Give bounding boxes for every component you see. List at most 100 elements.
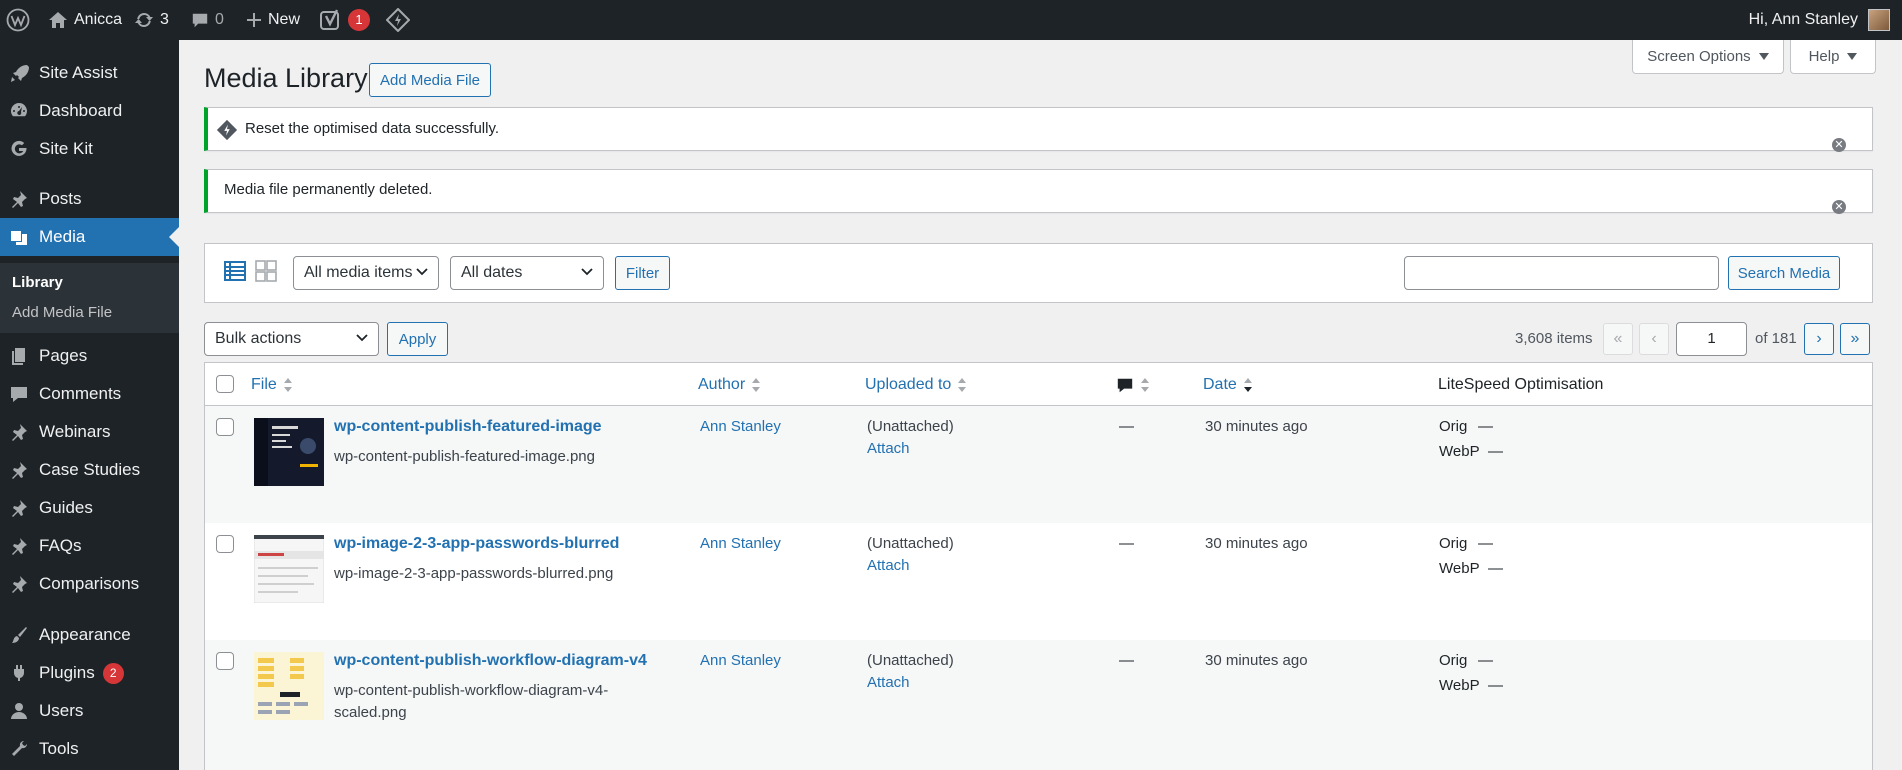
current-page-input[interactable]: 1 xyxy=(1676,322,1747,356)
dismiss-icon[interactable]: ✕ xyxy=(1832,200,1846,214)
comments-link[interactable]: 0 xyxy=(191,0,224,40)
last-page-button[interactable]: » xyxy=(1840,323,1870,355)
total-pages: of 181 xyxy=(1755,330,1797,347)
sort-desc-icon xyxy=(1243,375,1253,395)
webp-value: — xyxy=(1488,443,1503,460)
media-thumbnail[interactable] xyxy=(254,652,324,720)
media-type-select[interactable]: All media items xyxy=(293,256,439,290)
apply-button[interactable]: Apply xyxy=(387,322,448,356)
caret-down-icon xyxy=(1847,52,1858,61)
chevron-down-icon xyxy=(416,268,428,276)
page-title: Media Library xyxy=(204,63,368,93)
add-media-file-button[interactable]: Add Media File xyxy=(369,63,491,97)
screen-options-button[interactable]: Screen Options xyxy=(1632,40,1784,74)
filter-button[interactable]: Filter xyxy=(615,256,670,290)
sidebar-item-site-assist[interactable]: Site Assist xyxy=(0,54,179,92)
pushpin-icon xyxy=(9,189,29,209)
media-thumbnail[interactable] xyxy=(254,418,324,486)
yoast-menu[interactable]: 1 xyxy=(320,0,370,40)
site-name-link[interactable]: Anicca xyxy=(48,0,122,40)
wrench-icon xyxy=(9,739,29,759)
avatar xyxy=(1868,9,1890,31)
plugins-label: Plugins xyxy=(39,663,95,682)
column-litespeed: LiteSpeed Optimisation xyxy=(1438,376,1604,393)
date-value: 30 minutes ago xyxy=(1205,535,1308,552)
table-row: wp-content-publish-workflow-diagram-v4 w… xyxy=(205,640,1872,770)
next-page-button[interactable]: › xyxy=(1804,323,1834,355)
orig-label: Orig xyxy=(1439,535,1468,552)
submenu-library[interactable]: Library xyxy=(12,274,63,291)
grid-view-icon[interactable] xyxy=(255,260,277,282)
webp-value: — xyxy=(1488,560,1503,577)
wp-admin-page: Anicca 3 0 New 1 Hi, Ann Stanley Site As… xyxy=(0,0,1902,770)
updates-link[interactable]: 3 xyxy=(134,0,169,40)
author-link[interactable]: Ann Stanley xyxy=(700,650,781,672)
litespeed-menu[interactable] xyxy=(386,0,410,40)
sidebar-item-appearance[interactable]: Appearance xyxy=(0,616,179,654)
prev-page-button[interactable]: ‹ xyxy=(1639,323,1669,355)
litespeed-diamond-icon xyxy=(386,8,410,32)
sidebar-item-site-kit[interactable]: Site Kit xyxy=(0,130,179,168)
file-title-link[interactable]: wp-image-2-3-app-passwords-blurred xyxy=(334,535,619,553)
first-page-button[interactable]: « xyxy=(1603,323,1633,355)
dates-select[interactable]: All dates xyxy=(450,256,604,290)
author-link[interactable]: Ann Stanley xyxy=(700,533,781,555)
row-checkbox[interactable] xyxy=(216,418,234,436)
search-media-input[interactable] xyxy=(1404,256,1719,290)
list-view-icon[interactable] xyxy=(224,260,246,282)
sidebar-item-faqs[interactable]: FAQs xyxy=(0,527,179,565)
rocket-icon xyxy=(9,63,29,83)
comment-bubble-icon xyxy=(191,11,209,29)
table-header: File Author Uploaded to Date LiteSpeed O… xyxy=(205,363,1872,406)
select-all-checkbox[interactable] xyxy=(216,375,234,393)
home-icon xyxy=(48,10,68,30)
attach-link[interactable]: Attach xyxy=(867,555,910,577)
row-checkbox[interactable] xyxy=(216,535,234,553)
sidebar-item-posts[interactable]: Posts xyxy=(0,180,179,218)
attach-link[interactable]: Attach xyxy=(867,672,910,694)
notice-text: Reset the optimised data successfully. xyxy=(245,120,500,137)
sidebar-item-plugins[interactable]: Plugins 2 xyxy=(0,654,179,692)
sidebar-item-comparisons[interactable]: Comparisons xyxy=(0,565,179,603)
search-media-button[interactable]: Search Media xyxy=(1728,256,1840,290)
submenu-add-media-file[interactable]: Add Media File xyxy=(12,304,112,321)
sidebar-item-case-studies[interactable]: Case Studies xyxy=(0,451,179,489)
dashboard-icon xyxy=(9,101,29,121)
column-date[interactable]: Date xyxy=(1203,375,1253,395)
comment-icon xyxy=(9,384,29,404)
sidebar-item-webinars[interactable]: Webinars xyxy=(0,413,179,451)
wordpress-logo-icon[interactable] xyxy=(6,0,30,40)
file-name: wp-content-publish-featured-image.png xyxy=(334,448,595,465)
bulk-actions-select[interactable]: Bulk actions xyxy=(204,322,379,356)
sidebar-item-users[interactable]: Users xyxy=(0,692,179,730)
attach-link[interactable]: Attach xyxy=(867,438,910,460)
new-content-link[interactable]: New xyxy=(246,0,300,40)
sidebar-item-guides[interactable]: Guides xyxy=(0,489,179,527)
media-thumbnail[interactable] xyxy=(254,535,324,603)
main-content: Screen Options Help Media Library Add Me… xyxy=(179,40,1902,770)
column-author[interactable]: Author xyxy=(698,375,761,395)
row-checkbox[interactable] xyxy=(216,652,234,670)
sidebar-item-dashboard[interactable]: Dashboard xyxy=(0,92,179,130)
items-count: 3,608 items xyxy=(1515,330,1593,347)
author-link[interactable]: Ann Stanley xyxy=(700,416,781,438)
date-value: 30 minutes ago xyxy=(1205,418,1308,435)
sidebar-item-pages[interactable]: Pages xyxy=(0,337,179,375)
sidebar-item-media[interactable]: Media xyxy=(0,218,179,256)
greeting: Hi, Ann Stanley xyxy=(1748,11,1858,28)
dismiss-icon[interactable]: ✕ xyxy=(1832,138,1846,152)
sidebar-item-tools[interactable]: Tools xyxy=(0,730,179,768)
comment-bubble-icon xyxy=(1116,376,1134,394)
my-account-menu[interactable]: Hi, Ann Stanley xyxy=(1749,0,1890,40)
sidebar-item-comments[interactable]: Comments xyxy=(0,375,179,413)
caret-down-icon xyxy=(1758,52,1769,61)
webp-value: — xyxy=(1488,677,1503,694)
help-button[interactable]: Help xyxy=(1790,40,1876,74)
column-comments[interactable] xyxy=(1116,375,1150,395)
file-title-link[interactable]: wp-content-publish-featured-image xyxy=(334,418,602,436)
file-title-link[interactable]: wp-content-publish-workflow-diagram-v4 xyxy=(334,652,647,670)
column-uploaded-to[interactable]: Uploaded to xyxy=(865,375,967,395)
column-file[interactable]: File xyxy=(251,375,293,395)
site-name: Anicca xyxy=(74,11,123,28)
file-name: wp-image-2-3-app-passwords-blurred.png xyxy=(334,565,614,582)
